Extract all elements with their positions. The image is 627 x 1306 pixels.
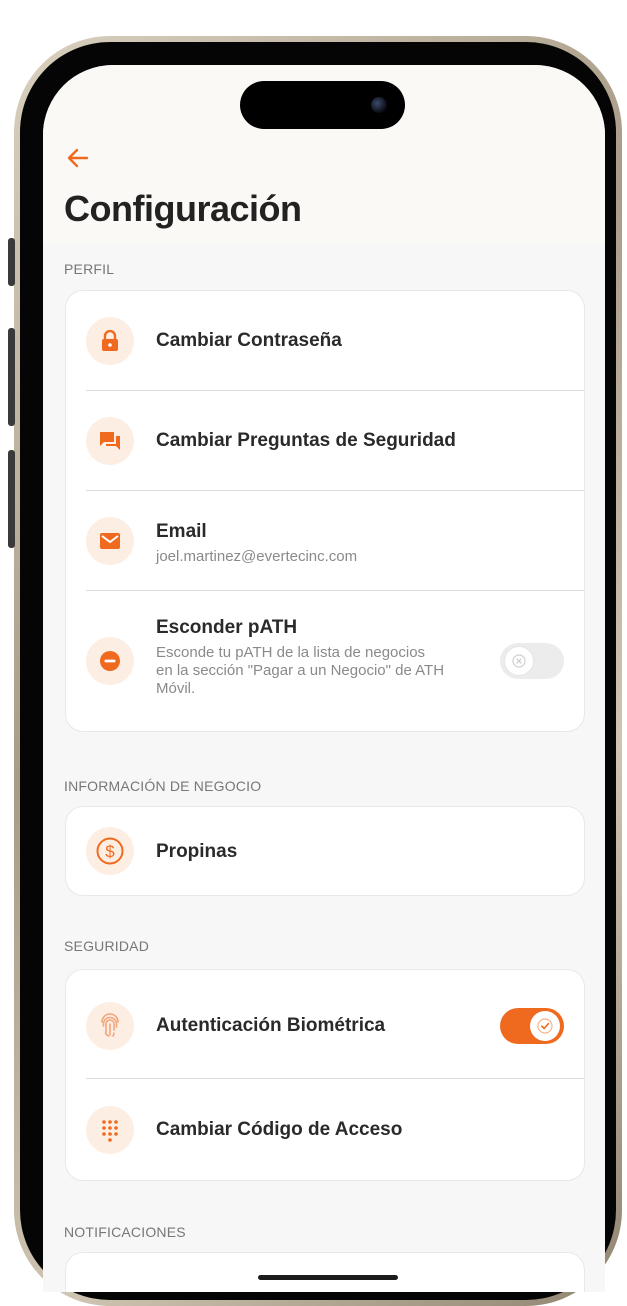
toggle-knob — [530, 1011, 560, 1041]
security-card: Autenticación Biométrica Cambiar Código … — [65, 969, 585, 1181]
section-label-perfil: PERFIL — [64, 261, 115, 277]
section-label-notifications: NOTIFICACIONES — [64, 1224, 186, 1240]
change-password-label: Cambiar Contraseña — [156, 330, 342, 351]
fingerprint-icon — [86, 1002, 134, 1050]
home-indicator — [258, 1275, 398, 1280]
tips-row[interactable]: $ Propinas — [66, 807, 584, 895]
toggle-knob — [504, 646, 534, 676]
mail-icon — [86, 517, 134, 565]
hide-path-row: Esconder pATH Esconde tu pATH de la list… — [66, 591, 584, 731]
x-icon — [512, 654, 526, 668]
biometric-row: Autenticación Biométrica — [66, 970, 584, 1078]
app-screen: Configuración PERFIL Cambiar Contraseña — [43, 65, 605, 1292]
page-title: Configuración — [64, 188, 302, 229]
section-label-security: SEGURIDAD — [64, 938, 150, 954]
svg-text:$: $ — [105, 842, 115, 861]
biometric-label: Autenticación Biométrica — [156, 1015, 386, 1036]
change-password-row[interactable]: Cambiar Contraseña — [66, 291, 584, 391]
email-value: joel.martinez@evertecinc.com — [156, 548, 358, 565]
lock-icon — [86, 317, 134, 365]
notifications-card — [65, 1252, 585, 1292]
business-card: $ Propinas — [65, 806, 585, 896]
dollar-circle-icon: $ — [86, 827, 134, 875]
keypad-icon — [86, 1106, 134, 1154]
hide-path-toggle[interactable] — [500, 643, 564, 679]
change-security-questions-label: Cambiar Preguntas de Seguridad — [156, 430, 456, 451]
phone-mute-switch — [8, 238, 15, 286]
email-row[interactable]: Email joel.martinez@evertecinc.com — [66, 491, 584, 591]
change-access-code-row[interactable]: Cambiar Código de Acceso — [66, 1079, 584, 1180]
section-label-business-info: INFORMACIÓN DE NEGOCIO — [64, 778, 262, 794]
perfil-card: Cambiar Contraseña Cambiar Preguntas de … — [65, 290, 585, 732]
phone-volume-up — [8, 328, 15, 426]
back-arrow-icon[interactable] — [63, 143, 93, 173]
hide-path-label: Esconder pATH — [156, 617, 298, 638]
phone-volume-down — [8, 450, 15, 548]
hide-path-description-line3: Móvil. — [156, 680, 196, 697]
hide-path-description-line1: Esconde tu pATH de la lista de negocios — [156, 644, 426, 661]
dynamic-island — [240, 81, 405, 129]
front-camera — [371, 97, 387, 113]
tips-label: Propinas — [156, 841, 238, 862]
minus-circle-icon — [86, 637, 134, 685]
chat-bubble-icon — [86, 417, 134, 465]
change-security-questions-row[interactable]: Cambiar Preguntas de Seguridad — [66, 391, 584, 491]
change-access-code-label: Cambiar Código de Acceso — [156, 1119, 403, 1140]
email-label: Email — [156, 521, 207, 542]
check-icon — [537, 1018, 553, 1034]
biometric-toggle[interactable] — [500, 1008, 564, 1044]
hide-path-description-line2: en la sección "Pagar a un Negocio" de AT… — [156, 662, 445, 679]
